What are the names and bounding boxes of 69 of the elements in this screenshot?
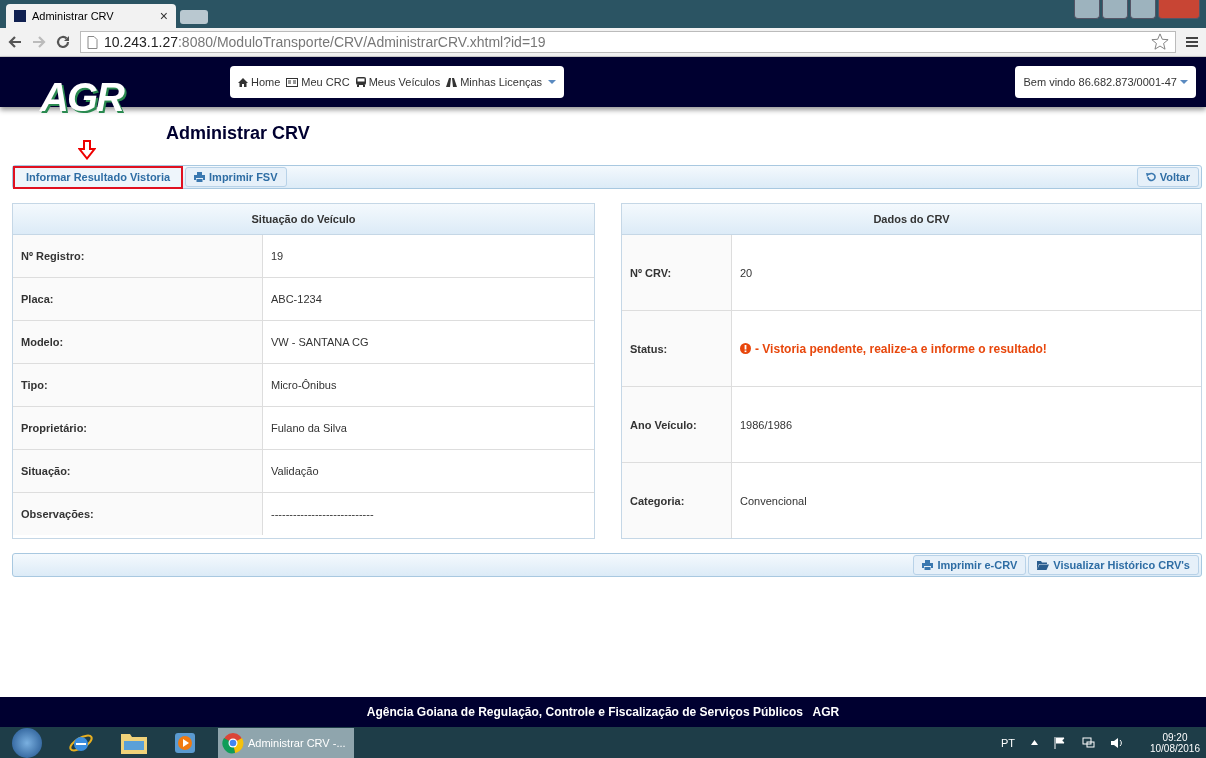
user-icon[interactable]: [1074, 0, 1100, 19]
field-value: Fulano da Silva: [270, 421, 348, 436]
footer-text: Agência Goiana de Regulação, Controle e Fiscalização de Serviços Públicos AGR: [0, 697, 1206, 727]
page-title: Administrar CRV: [166, 123, 310, 144]
field-label: Nº CRV:: [622, 235, 732, 310]
field-label: Placa:: [13, 278, 263, 320]
field-label: Status:: [622, 311, 732, 386]
browser-tab[interactable]: Administrar CRV ×: [6, 4, 176, 28]
bookmark-star-icon[interactable]: [1151, 33, 1169, 51]
reload-icon[interactable]: [56, 35, 70, 49]
printer-icon: [922, 560, 934, 570]
field-value: Validação: [270, 464, 320, 479]
nav-link[interactable]: Meu CRC: [286, 76, 350, 88]
field-label: Observações:: [13, 493, 263, 535]
undo-icon: [1145, 172, 1156, 182]
minimize-button[interactable]: [1102, 0, 1128, 19]
nav-link[interactable]: Minhas Licenças: [446, 76, 557, 88]
volume-icon[interactable]: [1110, 736, 1124, 749]
chrome-icon: [222, 731, 244, 754]
panel-header: Situação do Veículo: [13, 204, 594, 235]
nav-link[interactable]: Meus Veículos: [355, 76, 441, 88]
field-label: Situação:: [13, 450, 263, 492]
page-icon: [87, 35, 98, 49]
field-value: 19: [270, 249, 285, 264]
field-label: Proprietário:: [13, 407, 263, 449]
start-button[interactable]: [12, 727, 42, 758]
field-label: Nº Registro:: [13, 235, 263, 277]
back-icon[interactable]: [8, 35, 22, 49]
field-value: 1986/1986: [739, 417, 793, 433]
down-arrow-icon: [78, 140, 96, 160]
clock-time: 09:20: [1162, 731, 1188, 743]
warning-icon: [740, 343, 751, 354]
field-label: Modelo:: [13, 321, 263, 363]
language-indicator[interactable]: PT: [1000, 736, 1015, 749]
nav-link[interactable]: Home: [238, 76, 281, 88]
action-button[interactable]: Imprimir e-CRV: [913, 555, 1027, 575]
address-bar[interactable]: 10.243.1.27:8080/ModuloTransporte/CRV/AdministrarCRV.xhtml?id=19: [80, 31, 1176, 53]
field-value: 20: [739, 265, 754, 281]
media-player-icon[interactable]: [174, 731, 196, 754]
clock-date: 10/08/2016: [1149, 742, 1200, 754]
bus-icon: [355, 77, 366, 87]
maximize-button[interactable]: [1130, 0, 1156, 19]
field-value: ----------------------------: [270, 507, 375, 522]
status-message: - Vistoria pendente, realize-a e informe o resultado!: [755, 341, 1047, 356]
field-value: Convencional: [739, 493, 808, 509]
action-button[interactable]: Visualizar Histórico CRV's: [1028, 555, 1199, 575]
flag-icon[interactable]: [1053, 736, 1066, 749]
field-value: VW - SANTANA CG: [270, 335, 370, 350]
network-icon[interactable]: [1081, 736, 1095, 749]
field-label: Tipo:: [13, 364, 263, 406]
user-menu[interactable]: Bem vindo 86.682.873/0001-47: [1015, 66, 1196, 98]
tray-arrow-icon[interactable]: [1030, 740, 1038, 745]
printer-icon: [194, 172, 206, 182]
field-value: Micro-Ônibus: [270, 378, 338, 393]
close-tab-button[interactable]: ×: [159, 8, 168, 24]
back-button[interactable]: Voltar: [1136, 167, 1199, 187]
action-button[interactable]: Imprimir FSV: [185, 167, 287, 187]
caret-icon: [1180, 80, 1188, 84]
home-icon: [238, 77, 248, 87]
road-icon: [446, 77, 458, 87]
menu-icon[interactable]: [1186, 36, 1198, 48]
favicon-icon: [14, 10, 26, 22]
field-value: ABC-1234: [270, 292, 323, 307]
field-label: Ano Veículo:: [622, 387, 732, 462]
id-card-icon: [286, 77, 299, 87]
panel-header: Dados do CRV: [622, 204, 1201, 235]
action-button[interactable]: Informar Resultado Vistoria: [13, 165, 184, 189]
field-label: Categoria:: [622, 463, 732, 538]
folder-icon: [1037, 560, 1050, 570]
